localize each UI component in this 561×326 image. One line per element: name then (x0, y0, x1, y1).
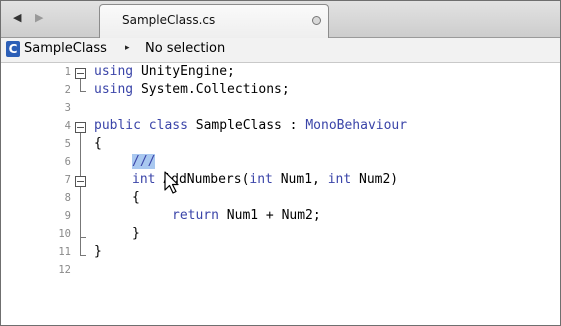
code-line-4: public class SampleClass : MonoBehaviour (94, 117, 407, 135)
code-line-6: /// (132, 153, 156, 171)
code-text: } (132, 226, 140, 241)
line-number: 10 (58, 228, 71, 240)
keyword: using (94, 64, 134, 79)
code-text: { (94, 136, 102, 151)
tab-title: SampleClass.cs (122, 13, 216, 27)
keyword: int (327, 172, 352, 187)
type-name: MonoBehaviour (297, 118, 408, 133)
keyword: class (140, 118, 188, 133)
fold-line (80, 79, 81, 91)
line-number: 6 (64, 156, 71, 168)
tab-sampleclass[interactable]: SampleClass.cs (99, 4, 329, 39)
keyword: int (132, 172, 156, 187)
fold-toggle-icon[interactable] (75, 122, 86, 133)
line-number: 7 (64, 174, 71, 186)
line-number: 3 (64, 102, 71, 114)
fold-end (80, 237, 86, 238)
tab-strip: ◀ ▶ SampleClass.cs (1, 1, 560, 39)
fold-toggle-icon[interactable] (75, 176, 86, 187)
code-text: Num1, (272, 172, 328, 187)
forward-arrow-icon[interactable]: ▶ (35, 11, 43, 24)
code-text: } (94, 244, 102, 259)
fold-toggle-icon[interactable] (75, 68, 86, 79)
code-text: Num2) (351, 172, 399, 187)
line-number: 4 (64, 120, 71, 132)
keyword: using (94, 82, 134, 97)
code-line-1: using UnityEngine; (94, 63, 235, 81)
code-text: Num1 + Num2; (218, 208, 321, 223)
back-arrow-icon[interactable]: ◀ (13, 11, 21, 24)
code-text: UnityEngine; (133, 64, 235, 79)
selected-comment: /// (132, 154, 156, 169)
line-number: 12 (58, 264, 71, 276)
line-number: 11 (58, 246, 71, 258)
keyword: return (172, 208, 219, 223)
breadcrumb: C SampleClass ▸ No selection (1, 38, 560, 63)
keyword: public (94, 118, 141, 133)
code-line-11: } (94, 243, 102, 261)
line-number: 5 (64, 138, 71, 150)
breadcrumb-separator-icon: ▸ (125, 43, 130, 53)
editor-window: ◀ ▶ SampleClass.cs C SampleClass ▸ No se… (0, 0, 561, 326)
code-line-9: return Num1 + Num2; (172, 207, 321, 225)
code-text: { (132, 190, 140, 205)
code-line-10: } (132, 225, 140, 243)
breadcrumb-member[interactable]: No selection (145, 41, 225, 56)
line-number: 8 (64, 192, 71, 204)
class-icon: C (6, 41, 20, 57)
close-dot-icon[interactable] (312, 16, 321, 25)
code-text: SampleClass : (187, 118, 298, 133)
code-line-5: { (94, 135, 102, 153)
mouse-pointer-icon (164, 171, 179, 194)
breadcrumb-class[interactable]: SampleClass (24, 41, 107, 56)
line-number: 2 (64, 84, 71, 96)
fold-end (80, 255, 86, 256)
code-line-8: { (132, 189, 140, 207)
code-line-2: using System.Collections; (94, 81, 290, 99)
keyword: int (249, 172, 273, 187)
code-text: System.Collections; (133, 82, 290, 97)
line-number: 9 (64, 210, 71, 222)
code-editor[interactable]: 1 2 3 4 5 6 7 8 9 10 11 12 using UnityEn… (1, 63, 560, 325)
line-number: 1 (64, 66, 71, 78)
fold-end (80, 91, 86, 92)
